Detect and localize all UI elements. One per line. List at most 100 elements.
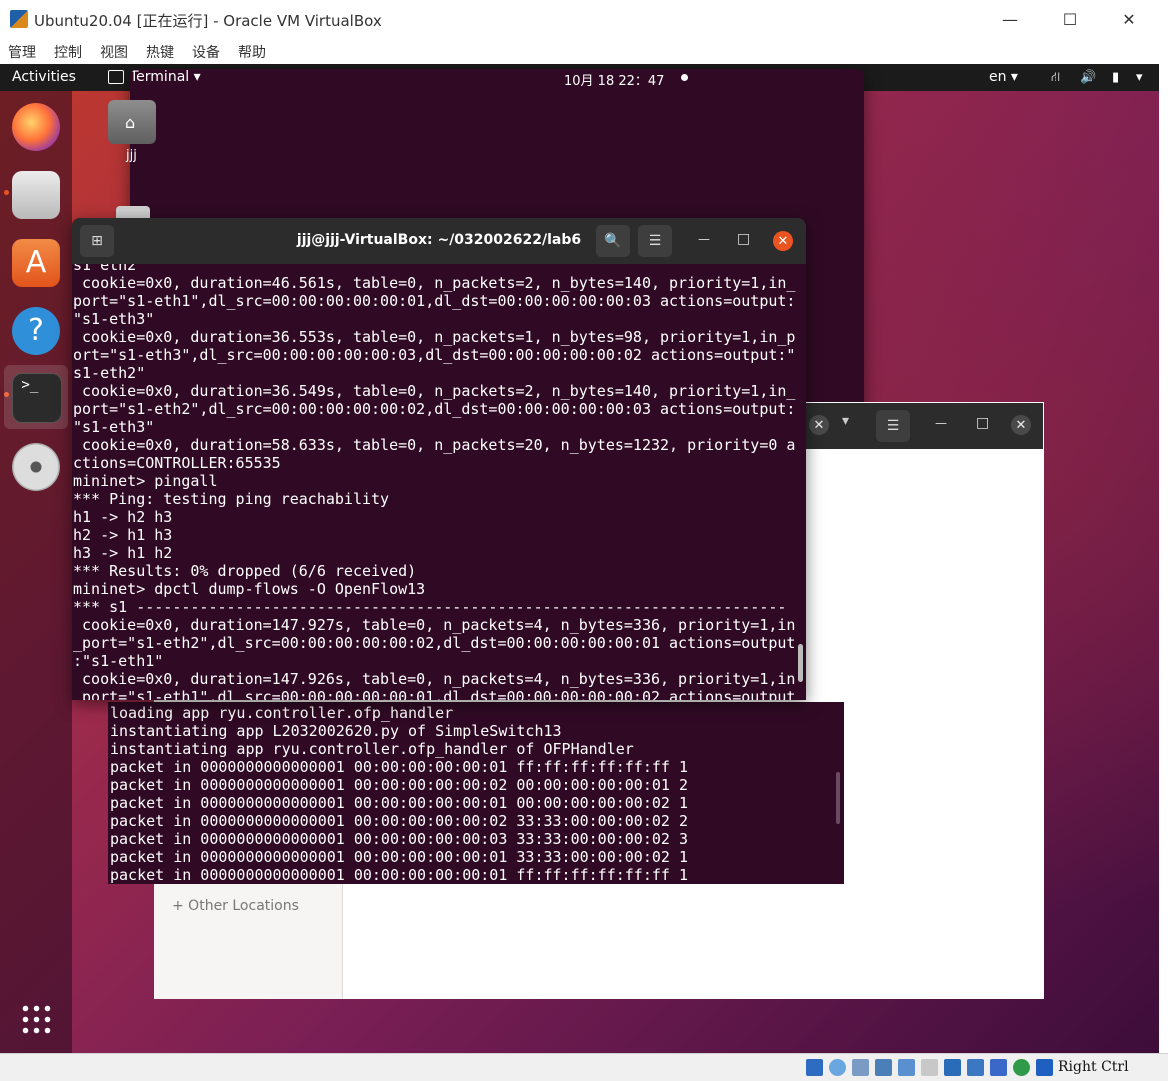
terminal-line: port="s1-eth1",dl_src=00:00:00:00:00:01,… <box>73 292 796 310</box>
files-maximize-button[interactable]: □ <box>976 415 989 431</box>
recording-icon[interactable] <box>967 1059 984 1076</box>
system-menu-arrow-icon[interactable]: ▾ <box>1136 70 1143 85</box>
terminal-line: *** s1 ---------------------------------… <box>73 598 787 616</box>
minimize-button[interactable]: — <box>987 4 1033 34</box>
home-folder-icon[interactable]: ⌂ <box>108 100 156 144</box>
notification-dot-icon <box>681 74 688 81</box>
volume-icon[interactable]: 🔊 <box>1080 70 1096 85</box>
files-menu-icon[interactable]: ☰ <box>876 410 910 442</box>
language-menu[interactable]: en ▾ <box>989 69 1018 85</box>
clock[interactable]: 10月 18 22：47 <box>564 70 664 89</box>
terminal-line: cookie=0x0, duration=36.553s, table=0, n… <box>73 328 796 346</box>
search-icon[interactable]: 🔍 <box>596 225 630 257</box>
ryu-scrollbar[interactable] <box>836 772 840 824</box>
terminal-window: ⊞ jjj@jjj-VirtualBox: ~/032002622/lab6 🔍… <box>72 218 806 700</box>
terminal-line: mininet> dpctl dump-flows -O OpenFlow13 <box>73 580 426 598</box>
hard-disk-icon[interactable] <box>806 1059 823 1076</box>
battery-icon[interactable]: ▮ <box>1112 70 1119 85</box>
virtualbox-logo-icon <box>10 10 28 28</box>
terminal-line: cookie=0x0, duration=58.633s, table=0, n… <box>73 436 796 454</box>
vbox-status-bar: Right Ctrl <box>0 1053 1168 1081</box>
firefox-icon[interactable] <box>12 103 60 151</box>
audio-icon[interactable] <box>852 1059 869 1076</box>
ryu-terminal-output: loading app ryu.controller.ofp_handler i… <box>108 702 844 884</box>
terminal-line: packet in 0000000000000001 00:00:00:00:0… <box>110 776 688 794</box>
activities-button[interactable]: Activities <box>12 69 76 85</box>
dropdown-icon[interactable]: ▾ <box>842 413 849 429</box>
terminal-line: mininet> pingall <box>73 472 218 490</box>
terminal-line: "s1-eth3" <box>73 310 155 328</box>
terminal-line: *** Results: 0% dropped (6/6 received) <box>73 562 417 580</box>
terminal-line: ort="s1-eth3",dl_src=00:00:00:00:00:03,d… <box>73 346 796 364</box>
shared-folders-icon[interactable] <box>921 1059 938 1076</box>
terminal-icon[interactable]: >_ <box>12 373 62 423</box>
terminal-line: s1-eth2" <box>73 364 146 382</box>
trash-icon[interactable] <box>116 206 150 218</box>
virtualization-icon[interactable] <box>990 1059 1007 1076</box>
menu-help[interactable]: 帮助 <box>238 42 266 62</box>
menu-manage[interactable]: 管理 <box>8 42 36 62</box>
terminal-maximize-button[interactable]: □ <box>737 231 750 247</box>
vbox-right-edge <box>1159 64 1168 1053</box>
terminal-line: packet in 0000000000000001 00:00:00:00:0… <box>110 848 688 866</box>
files-icon[interactable] <box>12 171 60 219</box>
terminal-app-icon <box>108 70 124 84</box>
terminal-line: h2 -> h1 h3 <box>73 526 173 544</box>
terminal-line: *** Ping: testing ping reachability <box>73 490 390 508</box>
terminal-line: :"s1-eth1" <box>73 652 164 670</box>
terminal-line: cookie=0x0, duration=46.561s, table=0, n… <box>73 274 796 292</box>
display-icon[interactable] <box>944 1059 961 1076</box>
maximize-button[interactable]: ☐ <box>1047 4 1093 34</box>
vbox-title-bar: Ubuntu20.04 [正在运行] - Oracle VM VirtualBo… <box>0 0 1168 38</box>
files-minimize-button[interactable]: — <box>935 416 947 430</box>
gnome-top-bar: Activities Terminal ▾ 10月 18 22：47 en ▾ … <box>0 64 1159 551</box>
network-adapter-icon[interactable] <box>875 1059 892 1076</box>
usb-icon[interactable] <box>898 1059 915 1076</box>
menu-view[interactable]: 视图 <box>100 42 128 62</box>
terminal-minimize-button[interactable]: — <box>698 232 710 246</box>
hamburger-menu-icon[interactable]: ☰ <box>638 225 672 257</box>
files-close-button[interactable]: ✕ <box>1011 415 1031 435</box>
terminal-output[interactable]: s1 eth2 cookie=0x0, duration=46.561s, ta… <box>72 264 806 700</box>
optical-drive-icon[interactable] <box>829 1059 846 1076</box>
terminal-line: port="s1-eth2",dl_src=00:00:00:00:00:02,… <box>73 400 796 418</box>
help-icon[interactable]: ? <box>12 307 60 355</box>
network-icon[interactable]: ⛙ <box>1051 70 1060 87</box>
show-applications-icon[interactable] <box>20 1003 52 1035</box>
menu-devices[interactable]: 设备 <box>192 42 220 62</box>
ryu-tab-close-icon[interactable]: ✕ <box>809 415 829 435</box>
terminal-line: packet in 0000000000000001 00:00:00:00:0… <box>110 758 688 776</box>
terminal-line: cookie=0x0, duration=147.926s, table=0, … <box>73 670 796 688</box>
terminal-line: _port="s1-eth1",dl_src=00:00:00:00:00:01… <box>73 688 796 700</box>
terminal-line: ctions=CONTROLLER:65535 <box>73 454 281 472</box>
keyboard-capture-icon[interactable] <box>1036 1059 1053 1076</box>
terminal-line: packet in 0000000000000001 00:00:00:00:0… <box>110 830 688 848</box>
terminal-close-button[interactable]: ✕ <box>773 231 793 251</box>
software-center-icon[interactable]: A <box>12 239 60 287</box>
terminal-line: packet in 0000000000000001 00:00:00:00:0… <box>110 812 688 830</box>
terminal-line: packet in 0000000000000001 00:00:00:00:0… <box>110 794 688 812</box>
window-title: Ubuntu20.04 [正在运行] - Oracle VM VirtualBo… <box>34 12 382 30</box>
terminal-line: packet in 0000000000000001 00:00:00:00:0… <box>110 866 688 884</box>
home-folder-label: jjj <box>126 148 137 163</box>
other-locations-item[interactable]: + Other Locations <box>172 898 299 914</box>
menu-control[interactable]: 控制 <box>54 42 82 62</box>
menu-hotkeys[interactable]: 热键 <box>146 42 174 62</box>
terminal-scrollbar[interactable] <box>798 644 803 682</box>
terminal-line: _port="s1-eth2",dl_src=00:00:00:00:00:02… <box>73 634 796 652</box>
terminal-line: cookie=0x0, duration=36.549s, table=0, n… <box>73 382 796 400</box>
dvd-icon[interactable] <box>12 443 60 491</box>
terminal-title: jjj@jjj-VirtualBox: ~/032002622/lab6 <box>296 232 582 248</box>
files-window-header: ✕ ▾ ☰ — □ ✕ <box>806 403 1043 449</box>
host-key-label: Right Ctrl <box>1058 1059 1129 1075</box>
running-indicator <box>4 190 9 195</box>
guest-screen: Activities Terminal ▾ 10月 18 22：47 en ▾ … <box>0 64 1159 1053</box>
terminal-line: h3 -> h1 h2 <box>73 544 173 562</box>
terminal-line: instantiating app ryu.controller.ofp_han… <box>110 740 634 758</box>
cpu-activity-icon[interactable] <box>1013 1059 1030 1076</box>
terminal-line: cookie=0x0, duration=147.927s, table=0, … <box>73 616 796 634</box>
terminal-line: s1 eth2 <box>73 264 137 274</box>
dock: A ? >_ <box>0 91 72 1053</box>
terminal-line: instantiating app L2032002620.py of Simp… <box>110 722 562 740</box>
close-button[interactable]: ✕ <box>1106 4 1152 34</box>
